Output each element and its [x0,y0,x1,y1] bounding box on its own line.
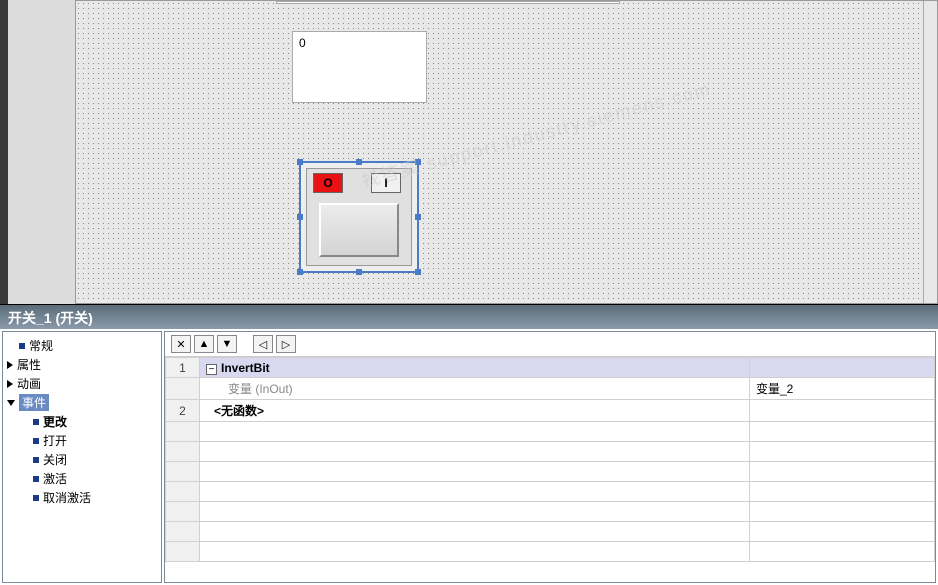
expand-icon [7,361,13,369]
table-row[interactable] [166,422,935,442]
collapse-icon [7,400,15,406]
function-grid[interactable]: 1 −InvertBit 变量 (InOut) 变量_2 2 <无函数> [165,357,935,562]
ruler-dark [0,0,8,304]
no-function-cell[interactable]: <无函数> [200,400,750,422]
table-row[interactable]: 2 <无函数> [166,400,935,422]
function-grid-panel: ✕ ▲ ▼ ◁ ▷ 1 −InvertBit 变量 (InOut) 变量_2 2… [164,331,936,583]
table-row[interactable]: 变量 (InOut) 变量_2 [166,378,935,400]
io-field-value: 0 [299,36,306,50]
param-value-cell[interactable]: 变量_2 [750,378,935,400]
bullet-icon [19,343,25,349]
bullet-icon [33,495,39,501]
empty-cell [750,358,935,378]
delete-button[interactable]: ✕ [171,335,191,353]
table-row[interactable] [166,442,935,462]
resize-handle[interactable] [297,269,303,275]
move-up-button[interactable]: ▲ [194,335,214,353]
tree-event-close[interactable]: 关闭 [5,450,159,469]
hmi-canvas[interactable]: 0 O I 找答案 support.industry.siemens.com [75,0,938,304]
properties-title: 开关_1 (开关) [0,305,938,329]
table-row[interactable]: 1 −InvertBit [166,358,935,378]
function-name-cell[interactable]: −InvertBit [200,358,750,378]
expand-icon [7,380,13,388]
param-label-cell: 变量 (InOut) [200,378,750,400]
switch-inner: O I [306,168,412,266]
tree-general[interactable]: 常规 [5,336,159,355]
tree-properties[interactable]: 属性 [5,355,159,374]
ruler-gray [8,0,75,304]
canvas-object-top[interactable] [276,1,620,4]
collapse-icon[interactable]: − [206,364,217,375]
bullet-icon [33,457,39,463]
tree-events[interactable]: 事件 [5,393,159,412]
switch-button[interactable] [319,203,399,257]
tree-event-activate[interactable]: 激活 [5,469,159,488]
switch-widget-selected[interactable]: O I [299,161,419,273]
table-row[interactable] [166,522,935,542]
resize-handle[interactable] [415,159,421,165]
scrollbar-vertical[interactable] [923,1,937,303]
properties-area: 常规 属性 动画 事件 更改 打开 关闭 激活 取消激活 ✕ ▲ ▼ ◁ ▷ 1… [0,329,938,585]
design-area: 0 O I 找答案 support.industry.siemens.com [0,0,938,305]
io-field[interactable]: 0 [292,31,427,103]
tree-event-open[interactable]: 打开 [5,431,159,450]
category-tree: 常规 属性 动画 事件 更改 打开 关闭 激活 取消激活 [2,331,162,583]
row-number: 2 [166,400,200,422]
tree-event-change[interactable]: 更改 [5,412,159,431]
empty-cell [750,400,935,422]
move-down-button[interactable]: ▼ [217,335,237,353]
switch-led-off: I [371,173,401,193]
resize-handle[interactable] [415,214,421,220]
table-row[interactable] [166,482,935,502]
indent-button[interactable]: ▷ [276,335,296,353]
resize-handle[interactable] [297,214,303,220]
row-number [166,378,200,400]
grid-toolbar: ✕ ▲ ▼ ◁ ▷ [165,332,935,357]
bullet-icon [33,419,39,425]
row-number: 1 [166,358,200,378]
resize-handle[interactable] [356,159,362,165]
tree-event-deactivate[interactable]: 取消激活 [5,488,159,507]
resize-handle[interactable] [297,159,303,165]
table-row[interactable] [166,542,935,562]
switch-led-on: O [313,173,343,193]
resize-handle[interactable] [356,269,362,275]
table-row[interactable] [166,462,935,482]
bullet-icon [33,476,39,482]
tree-animations[interactable]: 动画 [5,374,159,393]
resize-handle[interactable] [415,269,421,275]
bullet-icon [33,438,39,444]
outdent-button[interactable]: ◁ [253,335,273,353]
table-row[interactable] [166,502,935,522]
